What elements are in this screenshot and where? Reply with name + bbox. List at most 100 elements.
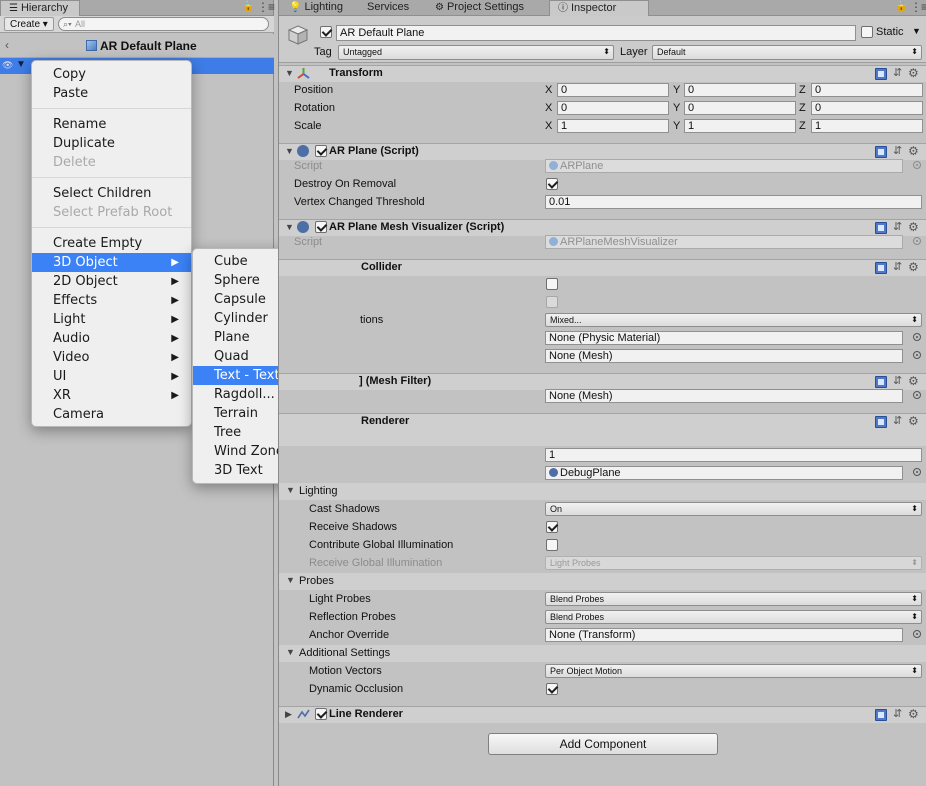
- menu-item-select-children[interactable]: Select Children: [32, 184, 191, 203]
- gear-icon[interactable]: ⚙: [908, 414, 919, 428]
- static-dropdown-icon[interactable]: ▼: [912, 26, 921, 36]
- fold-arrow-icon[interactable]: ▶: [285, 709, 292, 720]
- reflection-probes-dropdown[interactable]: Blend Probes ⬍: [545, 610, 922, 624]
- hierarchy-search-input[interactable]: ⌕▾ All: [58, 17, 269, 31]
- help-book-icon[interactable]: [875, 416, 887, 428]
- gear-icon[interactable]: ⚙: [908, 220, 919, 234]
- lock-icon[interactable]: 🔒: [895, 1, 907, 12]
- object-picker-icon[interactable]: [913, 351, 921, 359]
- menu-item-paste[interactable]: Paste: [32, 84, 191, 103]
- cooking-options-dropdown[interactable]: Mixed... ⬍: [545, 313, 922, 327]
- lighting-foldout[interactable]: ▼ Lighting: [279, 483, 926, 500]
- motion-vectors-dropdown[interactable]: Per Object Motion ⬍: [545, 664, 922, 678]
- materials-size-field[interactable]: 1: [545, 448, 922, 462]
- object-picker-icon[interactable]: [913, 391, 921, 399]
- menu-item-rename[interactable]: Rename: [32, 115, 191, 134]
- position-y-field[interactable]: 0: [684, 83, 796, 97]
- transform-header[interactable]: ▼ Transform ⇵ ⚙: [279, 65, 926, 82]
- preset-sliders-icon[interactable]: ⇵: [893, 374, 902, 387]
- tab-services[interactable]: Services: [359, 0, 417, 16]
- panel-menu-icon[interactable]: ⋮≡: [257, 0, 275, 14]
- tab-inspector[interactable]: ⓘ Inspector: [549, 0, 649, 16]
- gameobject-active-checkbox[interactable]: [320, 26, 332, 38]
- fold-arrow-icon[interactable]: ▼: [285, 146, 294, 156]
- help-book-icon[interactable]: [875, 709, 887, 721]
- preset-sliders-icon[interactable]: ⇵: [893, 144, 902, 157]
- gear-icon[interactable]: ⚙: [908, 144, 919, 158]
- fold-arrow-icon[interactable]: ▼: [286, 647, 295, 657]
- menu-item-effects[interactable]: Effects ▶: [32, 291, 191, 310]
- tab-project-settings[interactable]: ⚙ Project Settings: [427, 0, 532, 16]
- tab-hierarchy[interactable]: ☰ Hierarchy: [0, 0, 80, 16]
- materials-foldout[interactable]: [279, 430, 926, 446]
- fold-arrow-icon[interactable]: ▼: [285, 68, 294, 78]
- rotation-y-field[interactable]: 0: [684, 101, 796, 115]
- help-book-icon[interactable]: [875, 146, 887, 158]
- help-book-icon[interactable]: [875, 222, 887, 234]
- object-picker-icon[interactable]: [913, 630, 921, 638]
- menu-item-3d-object[interactable]: 3D Object ▶: [32, 253, 191, 272]
- receive-shadows-checkbox[interactable]: [546, 521, 558, 533]
- gear-icon[interactable]: ⚙: [908, 707, 919, 721]
- mesh-visualizer-enabled-checkbox[interactable]: [315, 221, 327, 233]
- preset-sliders-icon[interactable]: ⇵: [893, 66, 902, 79]
- menu-item-ui[interactable]: UI ▶: [32, 367, 191, 386]
- preset-sliders-icon[interactable]: ⇵: [893, 707, 902, 720]
- menu-item-video[interactable]: Video ▶: [32, 348, 191, 367]
- collider-mesh-field[interactable]: None (Mesh): [545, 349, 903, 363]
- menu-item-create-empty[interactable]: Create Empty: [32, 234, 191, 253]
- tab-lighting[interactable]: 💡 Lighting: [281, 0, 351, 16]
- collider-material-field[interactable]: None (Physic Material): [545, 331, 903, 345]
- scale-y-field[interactable]: 1: [684, 119, 796, 133]
- probes-foldout[interactable]: ▼ Probes: [279, 573, 926, 590]
- line-renderer-enabled-checkbox[interactable]: [315, 708, 327, 720]
- destroy-on-removal-checkbox[interactable]: [546, 178, 558, 190]
- cast-shadows-dropdown[interactable]: On ⬍: [545, 502, 922, 516]
- add-component-button[interactable]: Add Component: [488, 733, 718, 755]
- gear-icon[interactable]: ⚙: [908, 66, 919, 80]
- panel-menu-icon[interactable]: ⋮≡: [910, 0, 926, 14]
- gear-icon[interactable]: ⚙: [908, 374, 919, 388]
- dynamic-occlusion-checkbox[interactable]: [546, 683, 558, 695]
- gear-icon[interactable]: ⚙: [908, 260, 919, 274]
- scale-z-field[interactable]: 1: [811, 119, 923, 133]
- expand-arrow-icon[interactable]: ▼: [16, 59, 26, 70]
- preset-sliders-icon[interactable]: ⇵: [893, 414, 902, 427]
- preset-sliders-icon[interactable]: ⇵: [893, 220, 902, 233]
- tag-dropdown[interactable]: Untagged ⬍: [338, 45, 614, 60]
- scale-x-field[interactable]: 1: [557, 119, 669, 133]
- rotation-z-field[interactable]: 0: [811, 101, 923, 115]
- position-z-field[interactable]: 0: [811, 83, 923, 97]
- lock-icon[interactable]: 🔒: [242, 1, 254, 12]
- line-renderer-header[interactable]: ▶ Line Renderer ⇵ ⚙: [279, 706, 926, 723]
- ar-plane-enabled-checkbox[interactable]: [315, 145, 327, 157]
- rotation-x-field[interactable]: 0: [557, 101, 669, 115]
- help-book-icon[interactable]: [875, 262, 887, 274]
- vertex-threshold-field[interactable]: 0.01: [545, 195, 922, 209]
- help-book-icon[interactable]: [875, 68, 887, 80]
- material-element-field[interactable]: DebugPlane: [545, 466, 903, 480]
- layer-dropdown[interactable]: Default ⬍: [652, 45, 922, 60]
- preset-sliders-icon[interactable]: ⇵: [893, 260, 902, 273]
- contribute-gi-checkbox[interactable]: [546, 539, 558, 551]
- menu-item-light[interactable]: Light ▶: [32, 310, 191, 329]
- menu-item-copy[interactable]: Copy: [32, 65, 191, 84]
- mesh-renderer-header[interactable]: Renderer ⇵ ⚙: [279, 413, 926, 430]
- fold-arrow-icon[interactable]: ▼: [286, 485, 295, 495]
- fold-arrow-icon[interactable]: ▼: [286, 575, 295, 585]
- convex-checkbox[interactable]: [546, 278, 558, 290]
- create-button[interactable]: Create ▾: [4, 17, 54, 31]
- back-chevron-icon[interactable]: ‹: [5, 38, 9, 52]
- menu-item-audio[interactable]: Audio ▶: [32, 329, 191, 348]
- menu-item-duplicate[interactable]: Duplicate: [32, 134, 191, 153]
- position-x-field[interactable]: 0: [557, 83, 669, 97]
- mesh-collider-header[interactable]: Collider ⇵ ⚙: [279, 259, 926, 276]
- object-picker-icon[interactable]: [913, 333, 921, 341]
- light-probes-dropdown[interactable]: Blend Probes ⬍: [545, 592, 922, 606]
- fold-arrow-icon[interactable]: ▼: [285, 222, 294, 232]
- menu-item-xr[interactable]: XR ▶: [32, 386, 191, 405]
- anchor-override-field[interactable]: None (Transform): [545, 628, 903, 642]
- gameobject-name-field[interactable]: AR Default Plane: [336, 25, 856, 41]
- visibility-eye-icon[interactable]: 👁: [2, 60, 13, 71]
- menu-item-camera[interactable]: Camera: [32, 405, 191, 424]
